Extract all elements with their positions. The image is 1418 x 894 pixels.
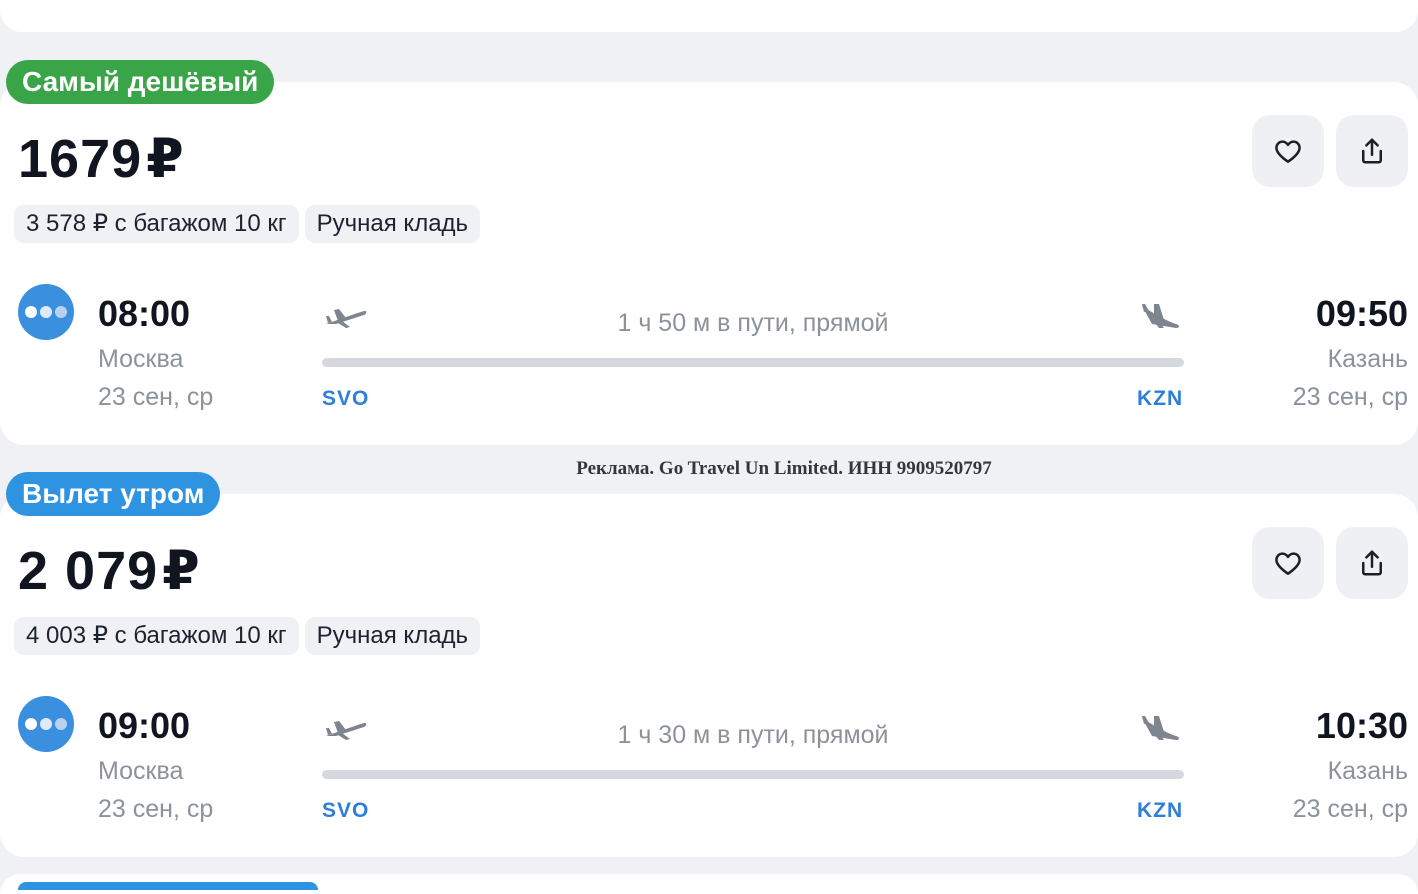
- next-card-edge: [0, 874, 1418, 894]
- route-line: [322, 770, 1184, 779]
- next-card-badge-edge: [18, 882, 318, 890]
- airline-logo: [18, 284, 74, 340]
- logo-dot: [25, 718, 37, 730]
- flight-duration: 1 ч 30 м в пути, прямой: [617, 721, 889, 749]
- arrival-city: Казань: [1327, 757, 1408, 785]
- arrival-airport-code: KZN: [1137, 387, 1184, 410]
- ticket-card[interactable]: 2 079₽ 4 003 ₽ с багажом 10 кг Ручная кл…: [0, 494, 1418, 857]
- ticket-price: 2 079₽: [18, 541, 201, 601]
- baggage-option-chip[interactable]: 4 003 ₽ с багажом 10 кг: [14, 617, 299, 655]
- favorite-button[interactable]: [1252, 115, 1324, 187]
- logo-dot: [55, 718, 67, 730]
- previous-card-edge: [0, 0, 1418, 32]
- ticket-price: 1679₽: [18, 129, 185, 189]
- departure-airport-code: SVO: [322, 387, 370, 410]
- departure-city: Москва: [98, 757, 184, 785]
- favorite-button[interactable]: [1252, 527, 1324, 599]
- arrival-city: Казань: [1327, 345, 1408, 373]
- logo-dot: [25, 306, 37, 318]
- departure-time: 08:00: [98, 293, 191, 334]
- hand-luggage-chip[interactable]: Ручная кладь: [304, 205, 481, 243]
- landing-plane-icon: [1142, 716, 1179, 740]
- ticket-options: 3 578 ₽ с багажом 10 кг Ручная кладь: [14, 205, 481, 243]
- share-icon: [1362, 138, 1382, 164]
- departure-city: Москва: [98, 345, 184, 373]
- arrival-airport-code: KZN: [1137, 799, 1184, 822]
- arrival-time: 09:50: [1315, 293, 1408, 334]
- departure-date: 23 сен, ср: [98, 795, 214, 823]
- share-icon: [1362, 550, 1382, 576]
- arrival-date: 23 сен, ср: [1292, 795, 1408, 823]
- route-line: [322, 358, 1184, 367]
- arrival-time: 10:30: [1315, 705, 1408, 746]
- morning-departure-badge: Вылет утром: [6, 472, 221, 516]
- flight-duration: 1 ч 50 м в пути, прямой: [617, 309, 889, 337]
- cheapest-badge: Самый дешёвый: [6, 60, 275, 104]
- landing-plane-icon: [1142, 304, 1179, 328]
- logo-dot: [40, 306, 52, 318]
- ticket-options: 4 003 ₽ с багажом 10 кг Ручная кладь: [14, 617, 481, 655]
- ticket-card[interactable]: 1679₽ 3 578 ₽ с багажом 10 кг Ручная кла…: [0, 82, 1418, 445]
- hand-luggage-chip[interactable]: Ручная кладь: [304, 617, 481, 655]
- logo-dot: [40, 718, 52, 730]
- baggage-option-chip[interactable]: 3 578 ₽ с багажом 10 кг: [14, 205, 299, 243]
- heart-icon: [1275, 140, 1301, 163]
- logo-dot: [55, 306, 67, 318]
- airline-logo: [18, 696, 74, 752]
- departure-date: 23 сен, ср: [98, 383, 214, 411]
- heart-icon: [1275, 552, 1301, 575]
- share-button[interactable]: [1336, 527, 1408, 599]
- arrival-date: 23 сен, ср: [1292, 383, 1408, 411]
- departure-airport-code: SVO: [322, 799, 370, 822]
- share-button[interactable]: [1336, 115, 1408, 187]
- departure-time: 09:00: [98, 705, 191, 746]
